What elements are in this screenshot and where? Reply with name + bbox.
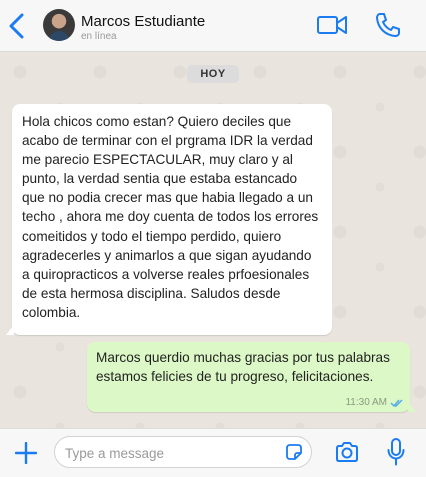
outgoing-message[interactable]: Marcos querdio muchas gracias por tus pa… — [87, 342, 416, 412]
contact-status: en línea — [81, 31, 117, 42]
back-arrow-icon[interactable] — [8, 13, 26, 39]
incoming-message[interactable]: Hola chicos como estan? Quiero deciles q… — [6, 104, 332, 335]
contact-name[interactable]: Marcos Estudiante — [81, 13, 205, 30]
phone-call-icon[interactable] — [374, 11, 402, 39]
message-meta: 11:30 AM — [345, 397, 404, 408]
message-input[interactable] — [63, 442, 279, 464]
plus-icon[interactable] — [15, 442, 37, 464]
microphone-icon[interactable] — [387, 438, 405, 466]
message-text: Hola chicos como estan? Quiero deciles q… — [22, 114, 319, 320]
message-text: Marcos querdio muchas gracias por tus pa… — [96, 350, 390, 385]
chat-header: Marcos Estudiante en línea — [0, 0, 426, 52]
message-input-box[interactable] — [54, 436, 312, 468]
message-time: 11:30 AM — [345, 397, 387, 408]
read-double-tick-icon — [390, 399, 403, 407]
avatar[interactable] — [43, 9, 75, 41]
chat-area[interactable]: HOY Hola chicos como estan? Quiero decil… — [0, 52, 426, 428]
sticker-icon[interactable] — [285, 443, 303, 461]
camera-icon[interactable] — [335, 441, 359, 463]
date-badge: HOY — [187, 65, 239, 83]
composer-bar — [0, 428, 426, 477]
video-call-icon[interactable] — [316, 12, 348, 38]
